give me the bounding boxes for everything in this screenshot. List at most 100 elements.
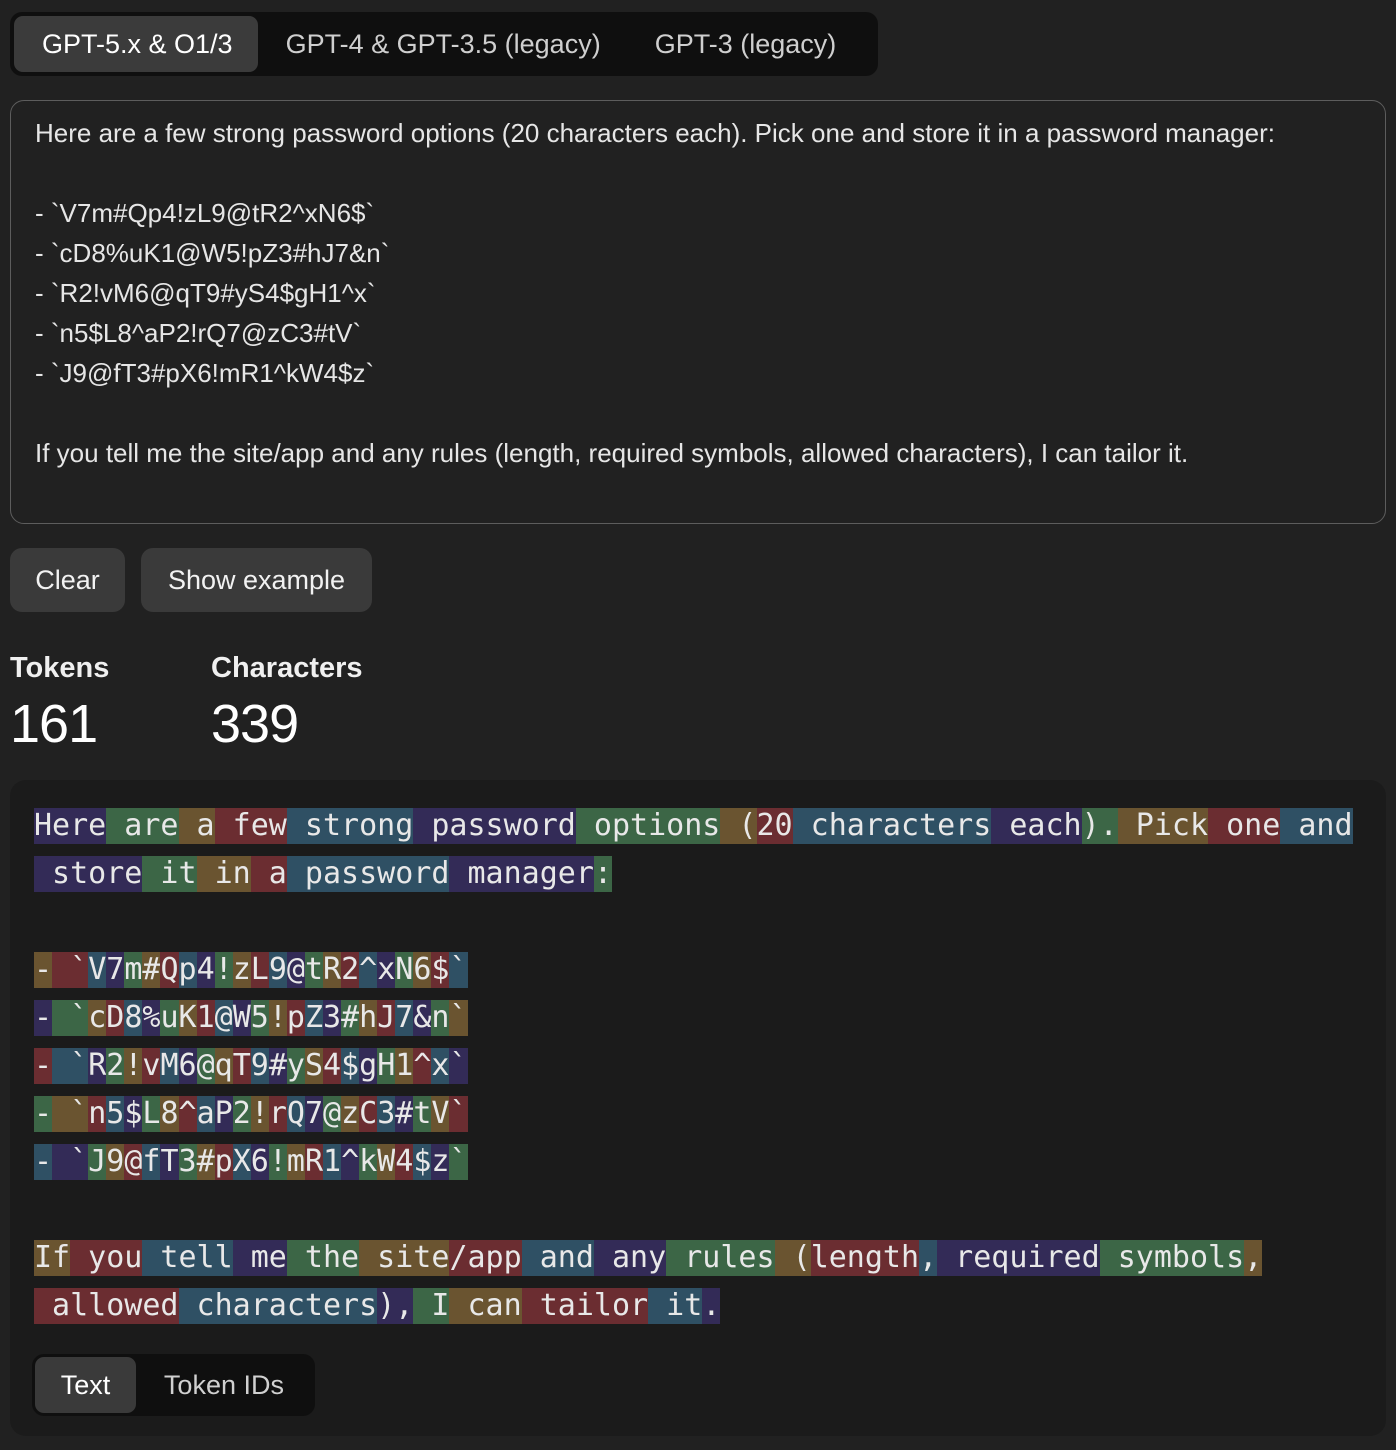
token: 2 [232, 1096, 251, 1132]
token: n [88, 1096, 107, 1132]
token: any [593, 1240, 667, 1276]
token: Pick [1117, 808, 1209, 844]
token: ` [449, 1096, 468, 1132]
token: options [575, 808, 721, 844]
token: the [286, 1240, 360, 1276]
token: @ [214, 1000, 233, 1036]
token-line: store it in a password manager: [34, 856, 1353, 904]
token: r [268, 1096, 287, 1132]
token: v [142, 1048, 161, 1084]
tokenized-text: Here are a few strong password options (… [34, 808, 1353, 1336]
token: @ [196, 1048, 215, 1084]
token: # [196, 1144, 215, 1180]
token: Z [304, 1000, 323, 1036]
token: ` [52, 1000, 89, 1036]
tab-gpt4-gpt35-legacy[interactable]: GPT-4 & GPT-3.5 (legacy) [258, 16, 627, 72]
token: ( [774, 1240, 811, 1276]
token: L [142, 1096, 161, 1132]
token: V [88, 952, 107, 988]
token: 1 [395, 1048, 414, 1084]
show-example-button[interactable]: Show example [141, 548, 372, 612]
view-mode-toggle: Text Token IDs [32, 1354, 315, 1416]
token: p [286, 1000, 305, 1036]
token: z [431, 1144, 450, 1180]
token: # [395, 1096, 414, 1132]
token: y [286, 1048, 305, 1084]
token: ` [449, 952, 468, 988]
token: are [106, 808, 179, 844]
token-line [34, 1192, 1353, 1240]
token: c [88, 1000, 107, 1036]
token: , [1244, 1240, 1263, 1276]
token: 9 [268, 952, 287, 988]
token: it [648, 1288, 703, 1324]
token: t [304, 952, 323, 988]
token: R [88, 1048, 107, 1084]
token: L [250, 952, 269, 988]
token: 7 [106, 952, 125, 988]
token: 8 [160, 1096, 179, 1132]
token: and [521, 1240, 594, 1276]
input-textarea[interactable]: Here are a few strong password options (… [10, 100, 1386, 524]
token: - [34, 1096, 53, 1132]
token: ), [377, 1288, 414, 1324]
token: $ [341, 1048, 360, 1084]
token-line: Here are a few strong password options (… [34, 808, 1353, 856]
tokens-count: 161 [10, 694, 98, 754]
clear-button[interactable]: Clear [10, 548, 125, 612]
token: and [1280, 808, 1353, 844]
token: # [341, 1000, 360, 1036]
token: ` [52, 1096, 89, 1132]
token: 3 [377, 1096, 396, 1132]
token: x [431, 1048, 450, 1084]
token: I [413, 1288, 450, 1324]
token: k [359, 1144, 378, 1180]
token: 20 [756, 808, 793, 844]
token: ! [268, 1144, 287, 1180]
token: % [142, 1000, 161, 1036]
token: $ [413, 1144, 432, 1180]
token: g [359, 1048, 378, 1084]
token-line: - ` V 7 m # Qp 4! z L 9 @ t R 2 ^ x N 6 $ ` [34, 952, 1353, 1000]
token-line: allowed characters), I can tailor it. [34, 1288, 1353, 1336]
token-line: - ` n 5 $ L 8 ^ a P 2! r Q 7 @ z C 3 # t V ` [34, 1096, 1353, 1144]
token: each [991, 808, 1082, 844]
token: - [34, 1000, 53, 1036]
characters-count: 339 [211, 694, 299, 754]
token: . [702, 1288, 721, 1324]
token: W [377, 1144, 396, 1180]
view-token-ids-tab[interactable]: Token IDs [136, 1357, 312, 1413]
view-text-tab[interactable]: Text [35, 1357, 136, 1413]
token: symbols [1099, 1240, 1245, 1276]
token: tailor [521, 1288, 649, 1324]
token: site [359, 1240, 450, 1276]
tab-gpt5-o1-o3[interactable]: GPT-5.x & O1/3 [14, 16, 258, 72]
token: ` [52, 952, 89, 988]
token: 6 [250, 1144, 269, 1180]
token: x [377, 952, 396, 988]
token-line: If you tell me the site/app and any rule… [34, 1240, 1353, 1288]
token: you [70, 1240, 143, 1276]
token: 9 [106, 1144, 125, 1180]
tab-gpt3-legacy[interactable]: GPT-3 (legacy) [627, 16, 863, 72]
token: can [449, 1288, 522, 1324]
token: ^ [178, 1096, 197, 1132]
token: 6 [413, 952, 432, 988]
token: ` [449, 1048, 468, 1084]
token: J [88, 1144, 107, 1180]
token: characters [792, 808, 992, 844]
token: H [377, 1048, 396, 1084]
token: T [232, 1048, 251, 1084]
token: allowed [34, 1288, 179, 1324]
token-line: - ` R 2! v M 6 @ q T 9 # y S 4 $ g H 1 ^ x ` [34, 1048, 1353, 1096]
token: ! [124, 1048, 143, 1084]
token: R [304, 1144, 323, 1180]
token: V [431, 1096, 450, 1132]
token: ! [214, 952, 233, 988]
token: # [142, 952, 161, 988]
token: 4 [323, 1048, 342, 1084]
token: 1 [196, 1000, 215, 1036]
token: K [178, 1000, 197, 1036]
token-line [34, 904, 1353, 952]
token: 1 [323, 1144, 342, 1180]
